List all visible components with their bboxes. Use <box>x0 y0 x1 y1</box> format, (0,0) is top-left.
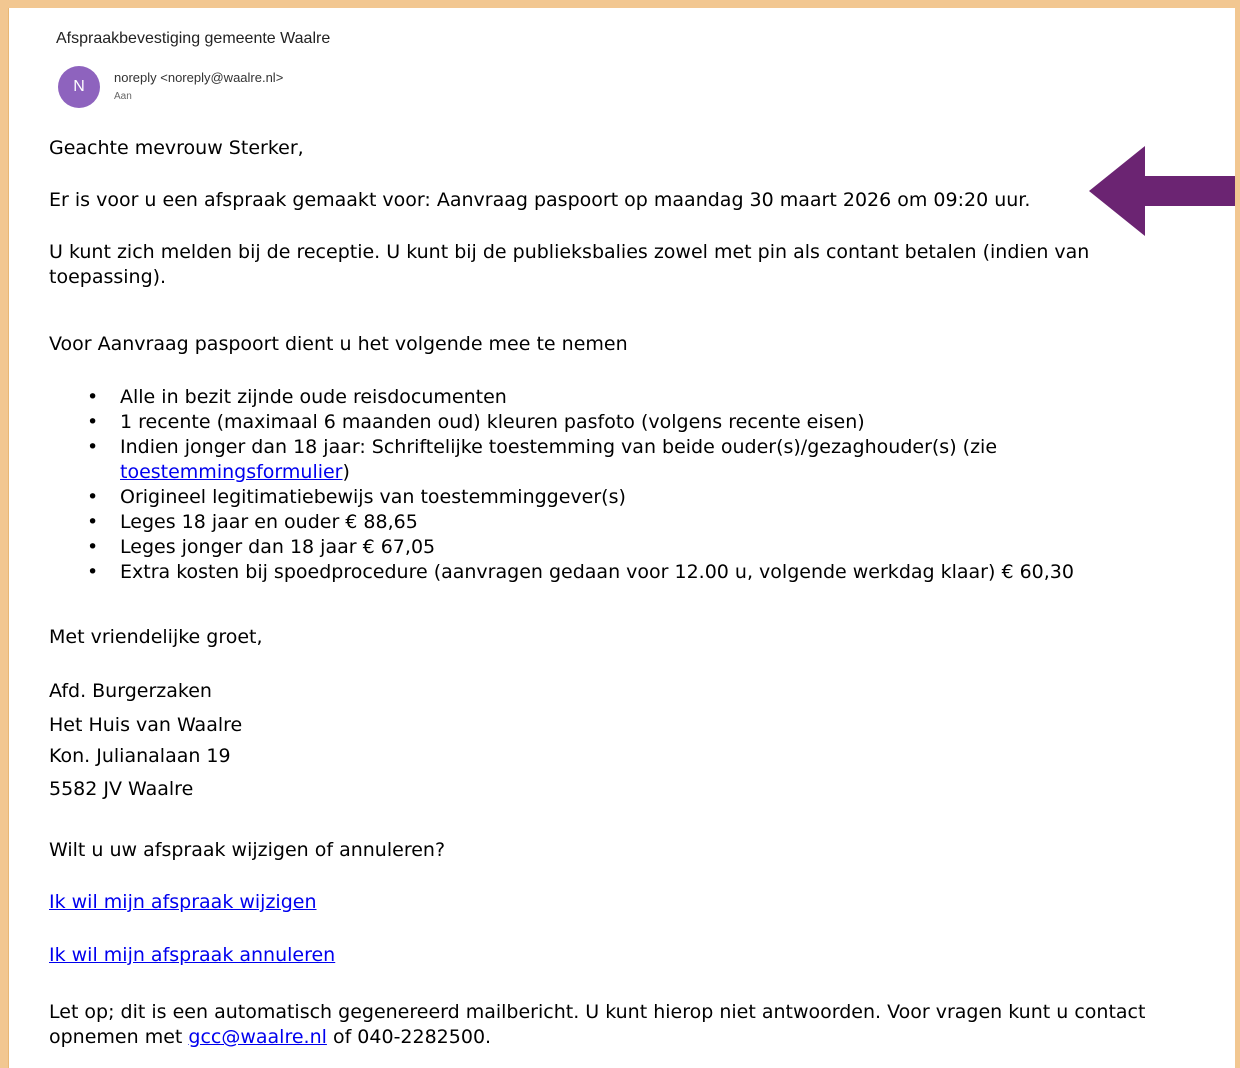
auto-notice: Let op; dit is een automatisch gegeneree… <box>49 1000 1209 1050</box>
recipient-label: Aan <box>114 91 132 102</box>
reception-info: U kunt zich melden bij de receptie. U ku… <box>49 241 1090 288</box>
list-item: Indien jonger dan 18 jaar: Schriftelijke… <box>87 435 1210 485</box>
list-item: Alle in bezit zijnde oude reisdocumenten <box>87 385 1210 410</box>
sender-address[interactable]: noreply <noreply@waalre.nl> <box>114 70 283 85</box>
appointment-details: Er is voor u een afspraak gemaakt voor: … <box>49 189 1031 211</box>
list-item-text: Indien jonger dan 18 jaar: Schriftelijke… <box>120 436 998 458</box>
change-link-row: Ik wil mijn afspraak wijzigen <box>49 890 317 915</box>
list-item: Origineel legitimatiebewijs van toestemm… <box>87 485 1210 510</box>
email-subject: Afspraakbevestiging gemeente Waalre <box>56 30 331 47</box>
list-item: 1 recente (maximaal 6 maanden oud) kleur… <box>87 410 1210 435</box>
greeting: Geachte mevrouw Sterker, <box>49 137 304 159</box>
change-appointment-link[interactable]: Ik wil mijn afspraak wijzigen <box>49 891 317 913</box>
cancel-appointment-link[interactable]: Ik wil mijn afspraak annuleren <box>49 944 335 966</box>
list-item-text: ) <box>342 461 350 483</box>
requirements-list: Alle in bezit zijnde oude reisdocumenten… <box>49 385 1210 585</box>
change-question: Wilt u uw afspraak wijzigen of annuleren… <box>49 839 446 861</box>
left-arrow-icon <box>1089 146 1235 236</box>
signature-dept: Afd. Burgerzaken <box>49 680 212 702</box>
notice-text: of 040-2282500. <box>326 1026 492 1048</box>
signature-building: Het Huis van Waalre <box>49 714 243 736</box>
email-window: Afspraakbevestiging gemeente Waalre N no… <box>8 8 1235 1068</box>
cancel-link-row: Ik wil mijn afspraak annuleren <box>49 943 335 968</box>
sender-avatar[interactable]: N <box>58 66 100 108</box>
list-item: Leges jonger dan 18 jaar € 67,05 <box>87 535 1210 560</box>
requirements-intro: Voor Aanvraag paspoort dient u het volge… <box>49 333 628 355</box>
signature-street: Kon. Julianalaan 19 <box>49 745 231 767</box>
signature-postal: 5582 JV Waalre <box>49 778 194 800</box>
consent-form-link[interactable]: toestemmingsformulier <box>120 461 343 483</box>
list-item: Leges 18 jaar en ouder € 88,65 <box>87 510 1210 535</box>
closing: Met vriendelijke groet, <box>49 626 263 648</box>
contact-email-link[interactable]: gcc@waalre.nl <box>188 1026 327 1048</box>
list-item: Extra kosten bij spoedprocedure (aanvrag… <box>87 560 1210 585</box>
